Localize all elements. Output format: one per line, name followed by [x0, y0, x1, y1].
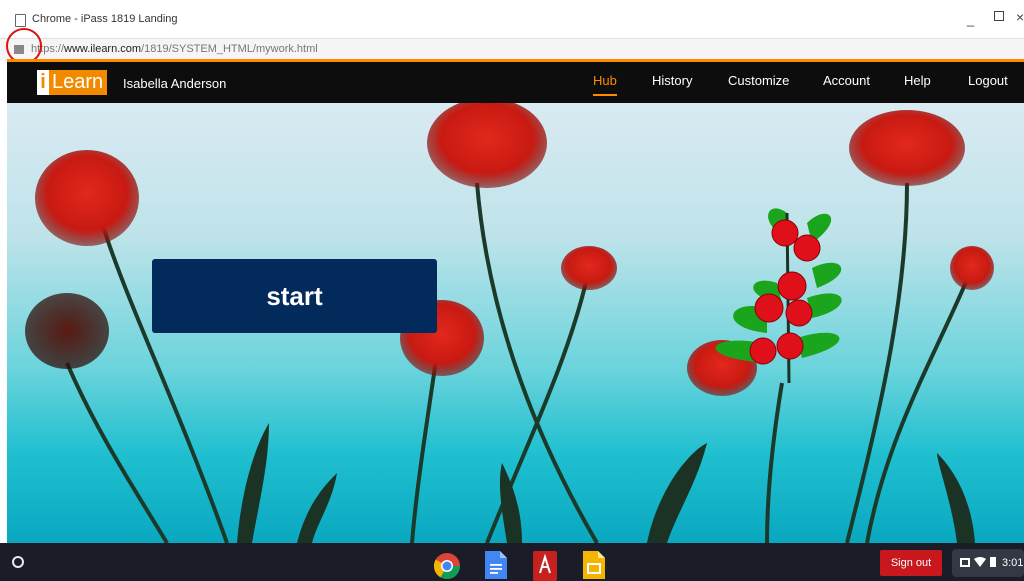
nav-logout[interactable]: Logout: [968, 73, 1008, 88]
window-title: Chrome - iPass 1819 Landing: [32, 13, 178, 25]
logo-i: i: [37, 70, 49, 95]
nav-customize[interactable]: Customize: [728, 73, 789, 88]
nav-hub[interactable]: Hub: [593, 73, 617, 96]
chrome-icon[interactable]: [432, 551, 462, 581]
nav-help[interactable]: Help: [904, 73, 931, 88]
clock: 3:01: [1002, 557, 1024, 569]
close-icon[interactable]: ×: [1016, 9, 1024, 25]
keyboard-icon: [960, 557, 970, 567]
nav-account[interactable]: Account: [823, 73, 870, 88]
maximize-icon[interactable]: [994, 11, 1004, 21]
document-icon: [15, 14, 26, 27]
docs-icon[interactable]: [485, 551, 507, 579]
slides-icon[interactable]: [583, 551, 605, 579]
book-reader-icon[interactable]: [533, 551, 557, 581]
status-tray[interactable]: 3:01: [952, 549, 1024, 577]
ilearn-logo[interactable]: i Learn: [37, 70, 108, 95]
url-text[interactable]: https://www.ilearn.com/1819/SYSTEM_HTML/…: [31, 43, 318, 55]
window-titlebar: Chrome - iPass 1819 Landing _ ×: [0, 0, 1024, 38]
nav-history[interactable]: History: [652, 73, 692, 88]
user-name: Isabella Anderson: [123, 76, 227, 91]
taskbar: Sign out 3:01: [0, 543, 1024, 581]
minimize-icon[interactable]: _: [967, 12, 974, 27]
url-host: www.ilearn.com: [64, 43, 142, 55]
battery-icon: [990, 557, 996, 567]
app-header: i Learn Isabella Anderson Hub History Cus…: [7, 59, 1024, 103]
start-button[interactable]: start: [152, 259, 437, 333]
wifi-icon: [974, 557, 986, 567]
logo-text: Learn: [49, 70, 108, 95]
sign-out-button[interactable]: Sign out: [880, 550, 942, 576]
address-bar[interactable]: https://www.ilearn.com/1819/SYSTEM_HTML/…: [0, 38, 1024, 61]
launcher-icon[interactable]: [12, 556, 24, 568]
hero-background: start: [7, 103, 1024, 543]
url-path: /1819/SYSTEM_HTML/mywork.html: [141, 43, 318, 55]
